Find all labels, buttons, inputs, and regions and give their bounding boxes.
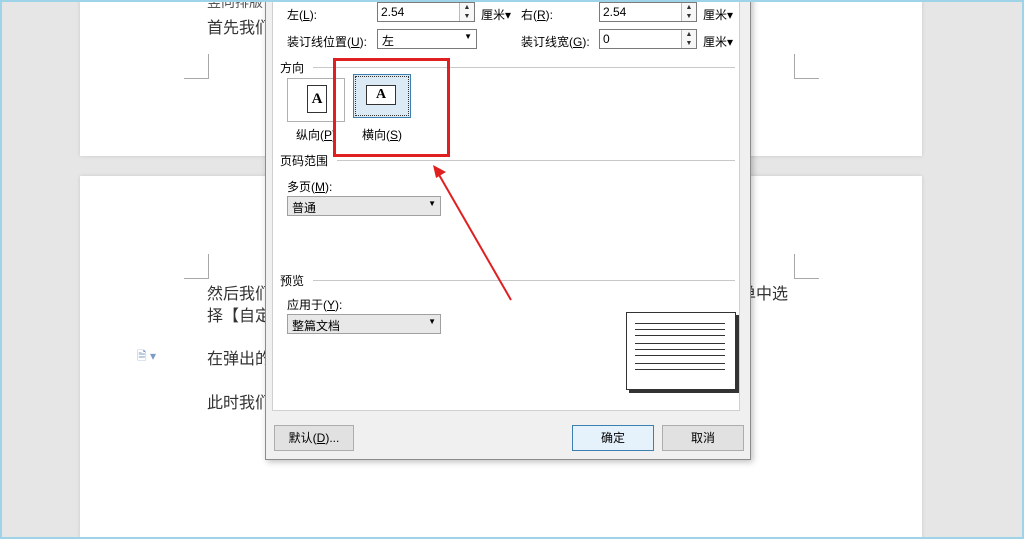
annotation-arrow-icon xyxy=(433,165,512,301)
arrow-line xyxy=(437,172,512,301)
